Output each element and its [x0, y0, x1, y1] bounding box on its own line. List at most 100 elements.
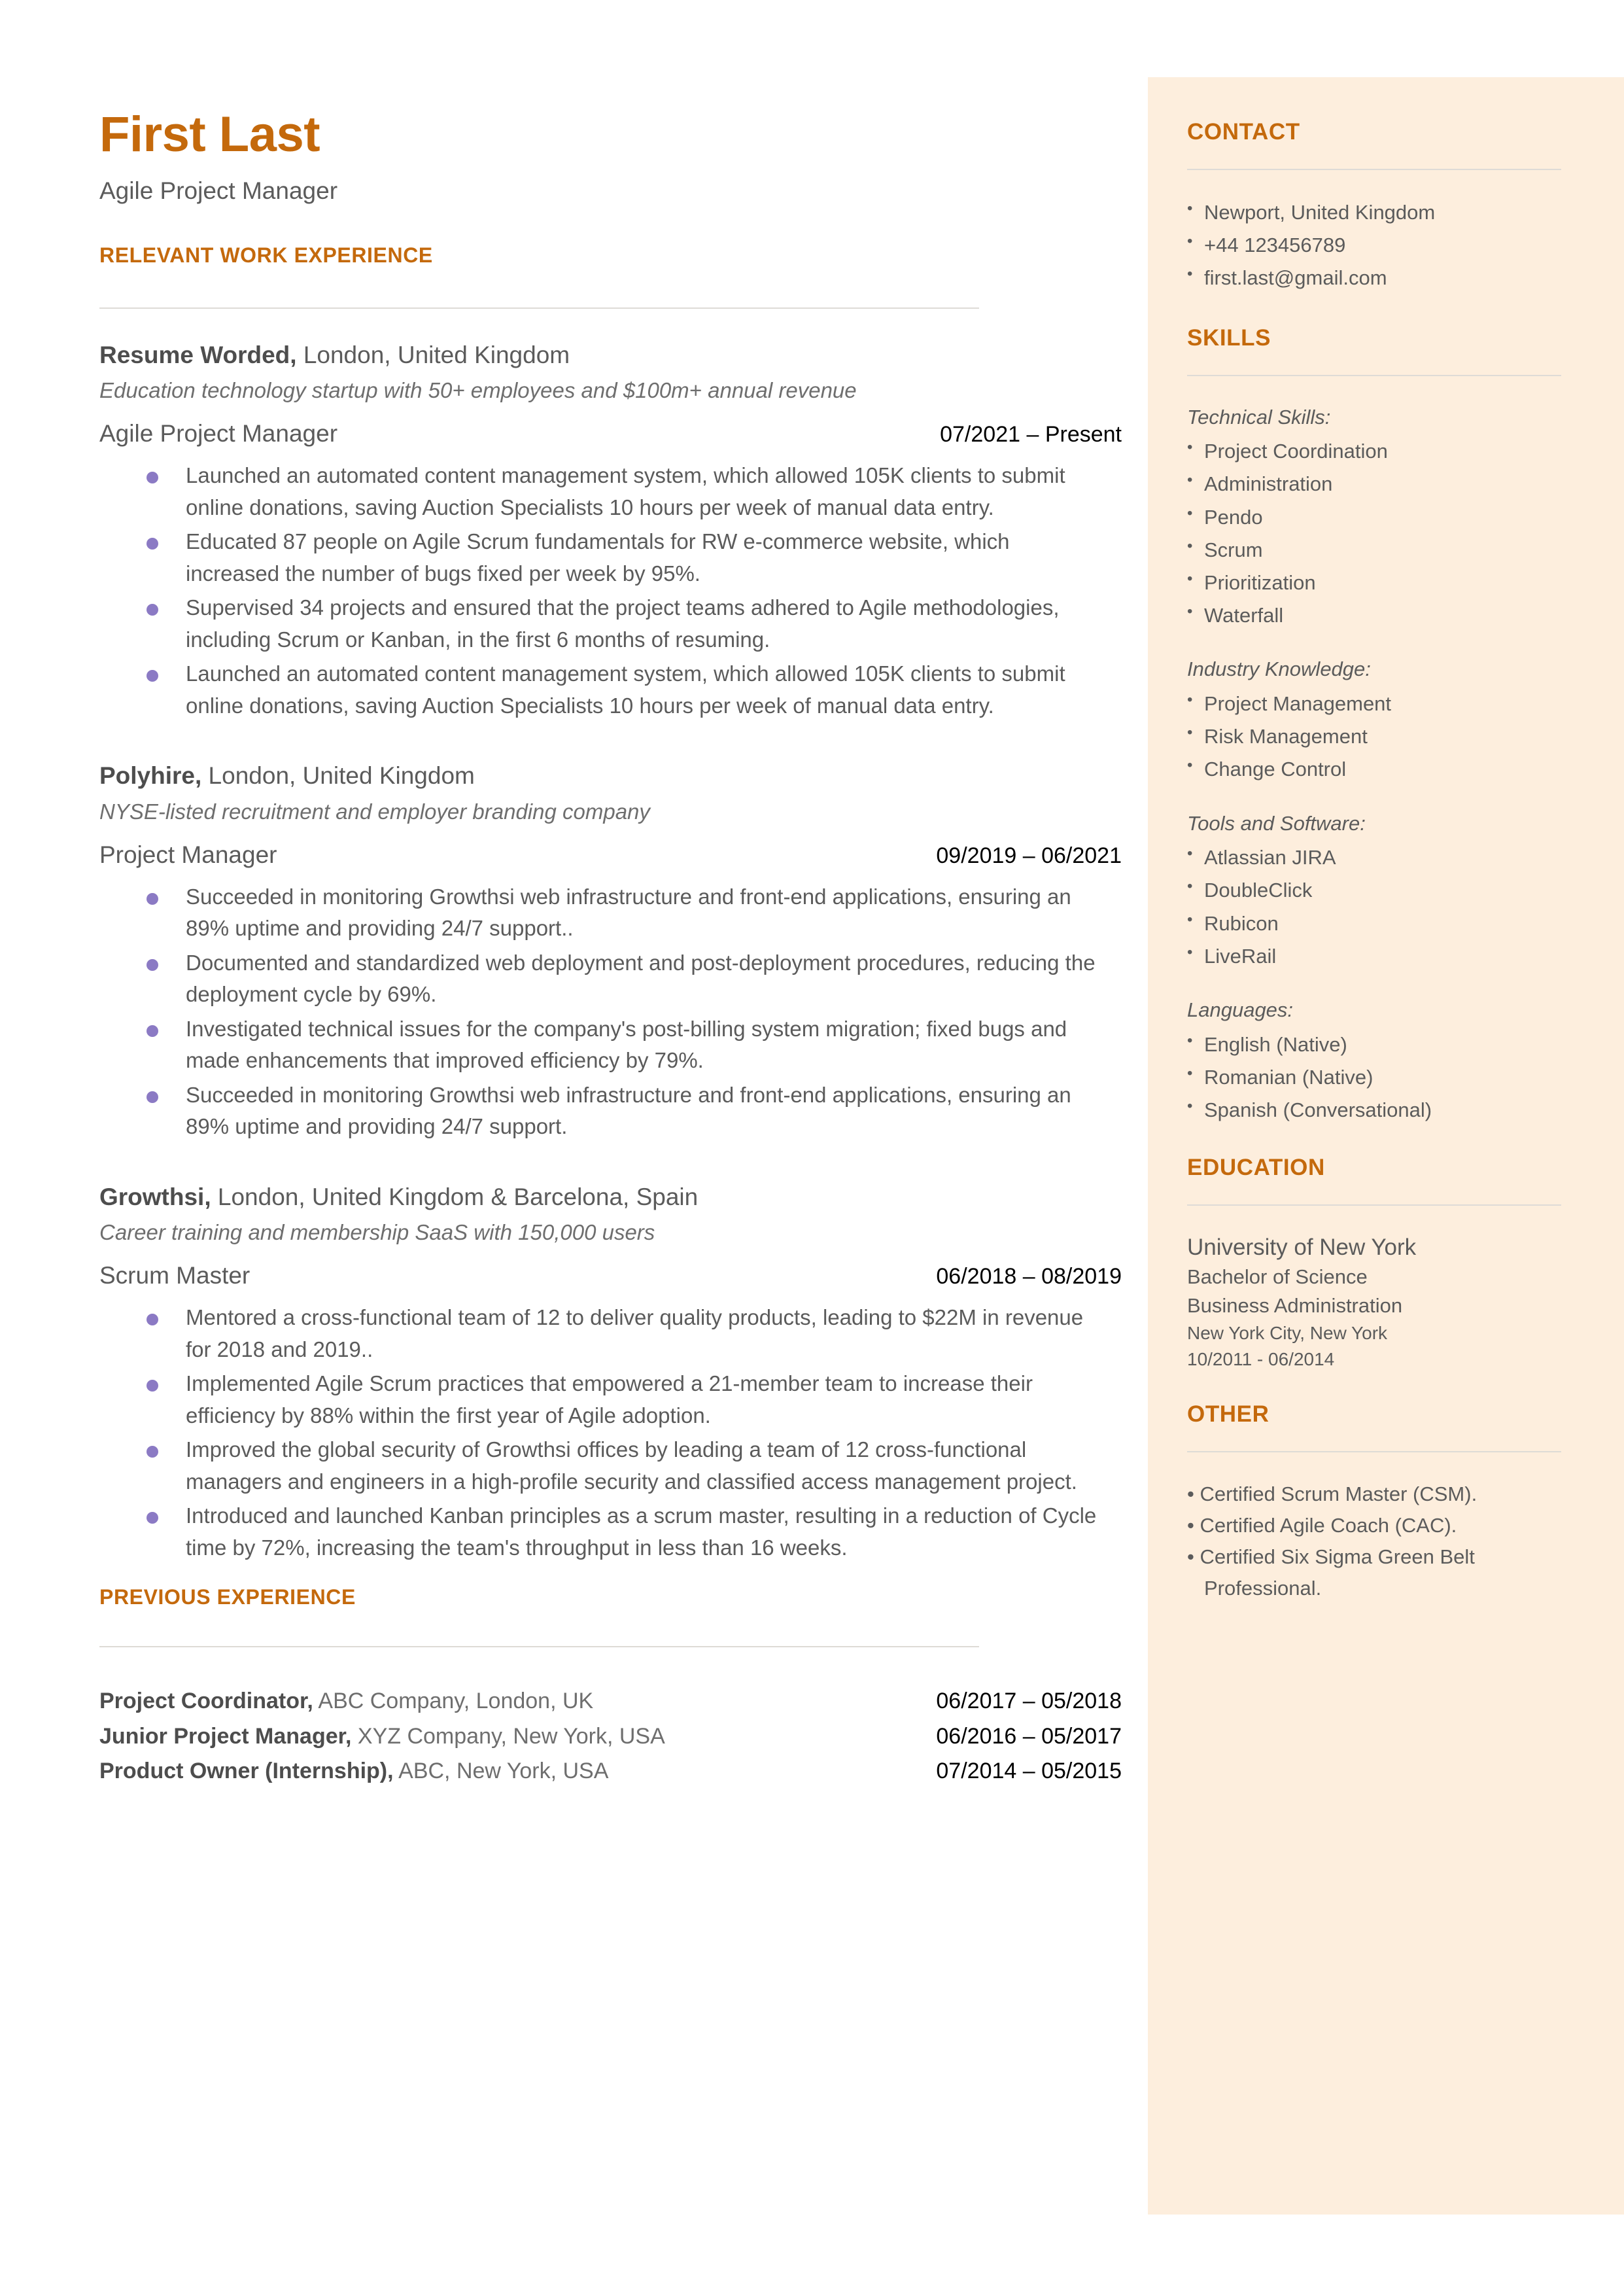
- divider-contact: [1187, 168, 1561, 170]
- job-bullet: Investigated technical issues for the co…: [99, 1013, 1126, 1079]
- bullet-dot-icon: •: [1187, 603, 1193, 621]
- bullet-dot-icon: •: [1187, 1031, 1193, 1049]
- skill-item-label: Scrum: [1204, 538, 1263, 561]
- education-location: New York City, New York: [1187, 1322, 1388, 1343]
- skill-item: • Romanian (Native): [1187, 1061, 1561, 1094]
- skill-item-label: Project Coordination: [1204, 440, 1388, 463]
- section-heading-previous: PREVIOUS EXPERIENCE: [99, 1585, 356, 1609]
- skill-item: • English (Native): [1187, 1028, 1561, 1061]
- job-dates: 06/2018 – 08/2019: [936, 1264, 1122, 1289]
- job-bullet-text: Succeeded in monitoring Growthsi web inf…: [186, 1082, 1071, 1139]
- job-bullet: Educated 87 people on Agile Scrum fundam…: [99, 526, 1126, 592]
- skill-item-label: Project Management: [1204, 692, 1392, 715]
- job-bullet: Succeeded in monitoring Growthsi web inf…: [99, 1079, 1126, 1146]
- previous-experience-dates: 06/2016 – 05/2017: [936, 1723, 1122, 1749]
- job-company-location: London, United Kingdom & Barcelona, Spai…: [211, 1183, 699, 1210]
- contact-item: • first.last@gmail.com: [1187, 262, 1561, 294]
- skill-item: • Change Control: [1187, 753, 1561, 786]
- skill-item-label: Rubicon: [1204, 911, 1279, 935]
- bullet-dot-icon: [147, 1314, 158, 1326]
- job-bullet-text: Documented and standardized web deployme…: [186, 950, 1096, 1007]
- bullet-dot-icon: •: [1187, 1064, 1193, 1082]
- education-school: University of New York: [1187, 1234, 1417, 1260]
- job-title-row: Agile Project Manager 07/2021 – Present: [99, 405, 1122, 448]
- bullet-dot-icon: •: [1187, 570, 1193, 588]
- job-tagline: NYSE-listed recruitment and employer bra…: [99, 799, 650, 824]
- bullet-dot-icon: •: [1187, 232, 1193, 250]
- skill-item: • Pendo: [1187, 501, 1561, 534]
- job-title: Scrum Master: [99, 1262, 251, 1289]
- bullet-dot-icon: [147, 892, 158, 905]
- bullet-dot-icon: •: [1187, 756, 1193, 775]
- section-heading-work: RELEVANT WORK EXPERIENCE: [99, 243, 433, 267]
- contact-item-label: Newport, United Kingdom: [1204, 200, 1436, 224]
- skill-item: • Risk Management: [1187, 720, 1561, 753]
- bullet-dot-icon: [147, 538, 158, 550]
- job-company-location: London, United Kingdom: [296, 341, 570, 368]
- job-tagline: Career training and membership SaaS with…: [99, 1220, 655, 1245]
- job-entry: Resume Worded, London, United Kingdom Edu…: [99, 340, 1126, 725]
- job-bullet: Introduced and launched Kanban principle…: [99, 1500, 1126, 1566]
- resume-page: CONTACT • Newport, United Kingdom • +44 123…: [0, 0, 1624, 2295]
- contact-list: • Newport, United Kingdom • +44 123456789 • f…: [1187, 196, 1561, 295]
- previous-experience-dates: 07/2014 – 05/2015: [936, 1759, 1122, 1784]
- previous-experience-title: Product Owner (Internship),: [99, 1759, 394, 1784]
- other-item: • Certified Scrum Master (CSM).: [1187, 1482, 1477, 1505]
- previous-experience-title-detail: Junior Project Manager, XYZ Company, New…: [99, 1722, 665, 1752]
- job-bullet-text: Launched an automated content management…: [186, 661, 1065, 718]
- skill-item-label: Risk Management: [1204, 725, 1368, 748]
- job-bullet-text: Implemented Agile Scrum practices that e…: [186, 1371, 1033, 1428]
- job-bullet: Succeeded in monitoring Growthsi web inf…: [99, 881, 1126, 947]
- bullet-dot-icon: •: [1187, 724, 1193, 742]
- skill-item: • Scrum: [1187, 534, 1561, 567]
- bullet-dot-icon: •: [1187, 690, 1193, 709]
- job-bullet: Implemented Agile Scrum practices that e…: [99, 1368, 1126, 1434]
- skill-item: • Administration: [1187, 468, 1561, 500]
- skill-item: • Project Management: [1187, 688, 1561, 720]
- previous-experience-detail: ABC Company, London, UK: [313, 1688, 594, 1713]
- skill-item: • Waterfall: [1187, 599, 1561, 632]
- bullet-dot-icon: •: [1187, 910, 1193, 928]
- previous-experience-dates: 06/2017 – 05/2018: [936, 1688, 1122, 1713]
- education-entry: University of New York Bachelor of Scien…: [1187, 1232, 1561, 1373]
- job-bullet-text: Mentored a cross-functional team of 12 t…: [186, 1305, 1084, 1361]
- job-company: Resume Worded, London, United Kingdom: [99, 340, 1126, 370]
- education-dates: 10/2011 - 06/2014: [1187, 1348, 1335, 1369]
- job-bullet: Documented and standardized web deployme…: [99, 947, 1126, 1013]
- skill-item-label: Waterfall: [1204, 604, 1284, 627]
- job-company-name: Growthsi,: [99, 1183, 211, 1210]
- job-bullet: Launched an automated content management…: [99, 460, 1126, 526]
- bullet-dot-icon: [147, 604, 158, 616]
- bullet-dot-icon: •: [1187, 264, 1193, 283]
- job-title-row: Project Manager 09/2019 – 06/2021: [99, 826, 1122, 869]
- job-bullet-list: Succeeded in monitoring Growthsi web inf…: [99, 881, 1126, 1146]
- skill-item-label: DoubleClick: [1204, 879, 1313, 902]
- skill-item-label: Administration: [1204, 472, 1333, 496]
- job-bullet-list: Mentored a cross-functional team of 12 t…: [99, 1302, 1126, 1566]
- contact-item: • +44 123456789: [1187, 229, 1561, 262]
- bullet-dot-icon: [147, 1512, 158, 1524]
- job-title: Agile Project Manager: [99, 420, 338, 447]
- previous-experience-title-detail: Product Owner (Internship), ABC, New Yor…: [99, 1757, 608, 1787]
- job-tagline: Education technology startup with 50+ em…: [99, 378, 857, 403]
- job-entry: Growthsi, London, United Kingdom & Barce…: [99, 1182, 1126, 1567]
- skill-item-label: Atlassian JIRA: [1204, 846, 1336, 869]
- previous-experience-title-detail: Project Coordinator, ABC Company, London…: [99, 1687, 593, 1717]
- other-item: • Certified Agile Coach (CAC).: [1187, 1513, 1457, 1537]
- previous-experience-title: Project Coordinator,: [99, 1688, 313, 1713]
- contact-item-label: first.last@gmail.com: [1204, 266, 1387, 289]
- other-item: • Certified Six Sigma Green Belt Profess…: [1187, 1545, 1475, 1600]
- skills-group-label: Tools and Software:: [1187, 811, 1366, 835]
- job-bullet-text: Educated 87 people on Agile Scrum fundam…: [186, 529, 1010, 586]
- job-title-row: Scrum Master 06/2018 – 08/2019: [99, 1247, 1122, 1290]
- divider-skills: [1187, 374, 1561, 376]
- skills-group-label: Technical Skills:: [1187, 405, 1331, 429]
- job-company-name: Polyhire,: [99, 762, 202, 790]
- previous-experience-title: Junior Project Manager,: [99, 1723, 352, 1749]
- job-bullet-text: Succeeded in monitoring Growthsi web inf…: [186, 884, 1071, 941]
- divider-other: [1187, 1450, 1561, 1452]
- education-degree: Bachelor of Science: [1187, 1265, 1368, 1288]
- job-company: Growthsi, London, United Kingdom & Barce…: [99, 1182, 1126, 1212]
- skills-groups: Technical Skills: • Project Coordination • A…: [1187, 402, 1561, 1127]
- skill-item: • LiveRail: [1187, 940, 1561, 973]
